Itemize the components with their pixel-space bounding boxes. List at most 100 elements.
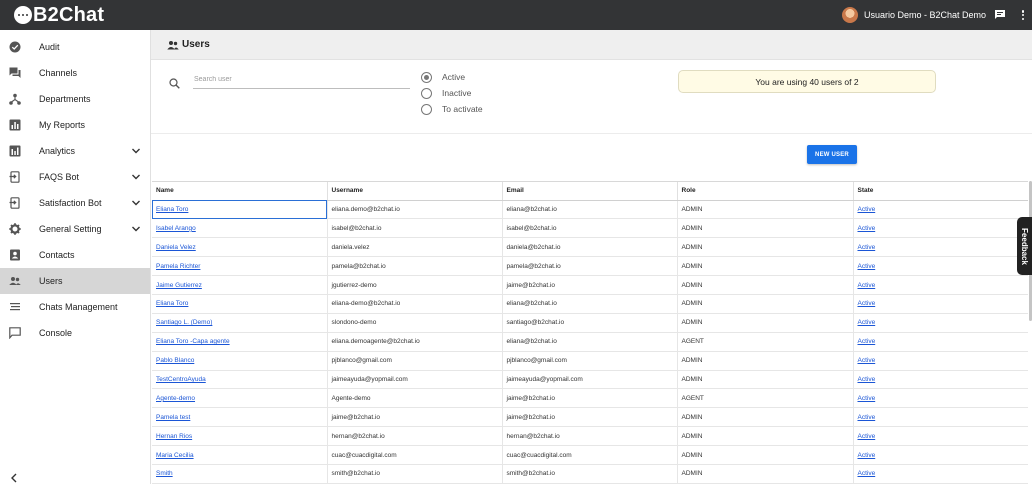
chat-bubble-logo-icon [14, 6, 32, 24]
table-row[interactable]: Eliana Toro eliana-demo@b2chat.io eliana@b… [152, 294, 1028, 314]
user-name-link[interactable]: Eliana Toro -Capa agente [156, 338, 230, 345]
user-name-link[interactable]: Smith [156, 470, 173, 477]
column-header-role[interactable]: Role [677, 182, 854, 201]
table-row[interactable]: Maria Cecilia cuac@cuacdigital.com cuac@cu… [152, 445, 1028, 465]
table-row[interactable]: Pamela test jaime@b2chat.io jaime@b2chat.i… [152, 407, 1028, 428]
sidebar-item-analytics[interactable]: Analytics [0, 138, 150, 164]
state-cell: Active [853, 256, 1028, 277]
state-link[interactable]: Active [858, 319, 876, 326]
state-link[interactable]: Active [858, 263, 876, 270]
column-header-username[interactable]: Username [327, 182, 503, 201]
check-circle-icon [9, 41, 21, 53]
sidebar-item-satisfaction-bot[interactable]: Satisfaction Bot [0, 190, 150, 216]
sidebar-item-channels[interactable]: Channels [0, 60, 150, 86]
sidebar-item-chats-management[interactable]: Chats Management [0, 294, 150, 320]
table-row[interactable]: Hernan Rios hernan@b2chat.io hernan@b2chat… [152, 426, 1028, 447]
feedback-tab[interactable]: Feedback [1017, 217, 1032, 275]
sidebar-item-audit[interactable]: Audit [0, 34, 150, 60]
user-name-link[interactable]: Maria Cecilia [156, 452, 194, 459]
state-cell: Active [853, 237, 1028, 258]
table-row[interactable]: Daniela Velez daniela.velez daniela@b2chat… [152, 237, 1028, 258]
state-link[interactable]: Active [858, 300, 876, 307]
user-name-link[interactable]: Pamela Richter [156, 263, 200, 270]
state-link[interactable]: Active [858, 376, 876, 383]
username-cell: eliana-demo@b2chat.io [327, 294, 503, 314]
chevron-down-icon[interactable] [131, 172, 141, 182]
email-cell: santiago@b2chat.io [502, 313, 678, 333]
column-header-state[interactable]: State [853, 182, 1028, 201]
column-header-name[interactable]: Name [152, 182, 328, 201]
state-link[interactable]: Active [858, 225, 876, 232]
user-quota-banner: You are using 40 users of 2 [678, 70, 936, 93]
table-row[interactable]: Santiago L. (Demo) slondono-demo santiago@… [152, 313, 1028, 333]
column-header-email[interactable]: Email [502, 182, 678, 201]
status-filter-active[interactable]: Active [421, 70, 465, 84]
state-link[interactable]: Active [858, 452, 876, 459]
chevron-down-icon[interactable] [131, 198, 141, 208]
email-cell: eliana@b2chat.io [502, 332, 678, 352]
sidebar-item-users[interactable]: Users [0, 268, 150, 294]
username-cell: daniela.velez [327, 237, 503, 258]
user-name-link[interactable]: Agente-demo [156, 395, 195, 402]
user-name-link[interactable]: Eliana Toro [156, 206, 188, 213]
users-table: Name Username Email Role State Eliana To… [152, 181, 1028, 484]
status-filter-to-activate[interactable]: To activate [421, 102, 483, 116]
name-cell: Pamela Richter [152, 256, 328, 277]
chevron-left-icon[interactable] [10, 473, 18, 483]
status-filter-inactive[interactable]: Inactive [421, 86, 471, 100]
user-name[interactable]: Usuario Demo - B2Chat Demo [864, 10, 986, 20]
sidebar-item-contacts[interactable]: Contacts [0, 242, 150, 268]
user-name-link[interactable]: Pamela test [156, 414, 190, 421]
state-link[interactable]: Active [858, 433, 876, 440]
state-link[interactable]: Active [858, 338, 876, 345]
state-link[interactable]: Active [858, 244, 876, 251]
role-cell: AGENT [677, 388, 854, 409]
state-link[interactable]: Active [858, 206, 876, 213]
sidebar: Audit Channels Departments My Reports An… [0, 30, 151, 484]
role-cell: ADMIN [677, 445, 854, 465]
user-name-link[interactable]: Jaime Gutierrez [156, 282, 202, 289]
state-link[interactable]: Active [858, 357, 876, 364]
table-row[interactable]: Pablo Blanco pjblanco@gmail.com pjblanco@g… [152, 351, 1028, 371]
new-user-button[interactable]: NEW USER [807, 145, 857, 164]
state-link[interactable]: Active [858, 282, 876, 289]
chevron-down-icon[interactable] [131, 146, 141, 156]
state-link[interactable]: Active [858, 414, 876, 421]
avatar[interactable] [841, 7, 858, 23]
table-row[interactable]: Isabel Arango isabel@b2chat.io isabel@b2ch… [152, 218, 1028, 239]
user-name-link[interactable]: Hernan Rios [156, 433, 192, 440]
radio-button[interactable] [421, 87, 432, 99]
list-icon [9, 301, 21, 313]
more-vert-icon[interactable] [1018, 8, 1028, 22]
radio-button[interactable] [421, 71, 432, 83]
sidebar-item-label: Console [39, 328, 73, 338]
user-name-link[interactable]: Santiago L. (Demo) [156, 319, 212, 326]
state-link[interactable]: Active [858, 395, 876, 402]
sidebar-item-departments[interactable]: Departments [0, 86, 150, 112]
state-link[interactable]: Active [858, 470, 876, 477]
table-row[interactable]: Jaime Gutierrez jgutierrez-demo jaime@b2ch… [152, 275, 1028, 295]
sidebar-item-faqs-bot[interactable]: FAQS Bot [0, 164, 150, 190]
table-row[interactable]: Pamela Richter pamela@b2chat.io pamela@b2c… [152, 256, 1028, 277]
user-name-link[interactable]: Daniela Velez [156, 244, 196, 251]
feedback-message-icon[interactable] [994, 9, 1006, 21]
table-row[interactable]: Eliana Toro -Capa agente eliana.demoagent… [152, 332, 1028, 352]
search-input[interactable] [193, 71, 410, 89]
user-name-link[interactable]: TestCentroAyuda [156, 376, 206, 383]
table-row[interactable]: Agente-demo Agente-demo jaime@b2chat.io AGE… [152, 388, 1028, 409]
sidebar-item-console[interactable]: Console [0, 320, 150, 346]
sidebar-item-general-setting[interactable]: General Setting [0, 216, 150, 242]
user-name-link[interactable]: Pablo Blanco [156, 357, 194, 364]
table-row[interactable]: TestCentroAyuda jaimeayuda@yopmail.com jai… [152, 370, 1028, 390]
state-cell: Active [853, 275, 1028, 295]
table-row[interactable]: Smith smith@b2chat.io smith@b2chat.io ADMIN… [152, 464, 1028, 484]
user-name-link[interactable]: Isabel Arango [156, 225, 196, 232]
sidebar-item-my-reports[interactable]: My Reports [0, 112, 150, 138]
user-name-link[interactable]: Eliana Toro [156, 300, 188, 307]
table-row[interactable]: Eliana Toro eliana.demo@b2chat.io eliana@b… [152, 200, 1028, 220]
state-cell: Active [853, 388, 1028, 409]
role-cell: ADMIN [677, 426, 854, 447]
chevron-down-icon[interactable] [131, 224, 141, 234]
radio-button[interactable] [421, 103, 432, 115]
b2chat-logo[interactable]: B2Chat [14, 3, 104, 27]
